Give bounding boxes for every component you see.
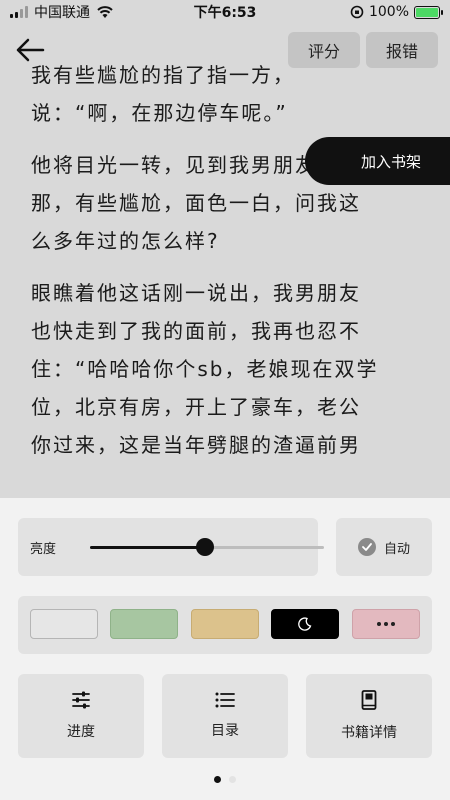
progress-button[interactable]: 进度 [18, 674, 144, 758]
auto-brightness-toggle[interactable]: 自动 [336, 518, 432, 576]
page-dot[interactable] [214, 776, 221, 783]
back-arrow-icon [16, 38, 45, 62]
theme-swatch-night[interactable] [271, 609, 339, 639]
brightness-slider[interactable] [90, 538, 324, 556]
orientation-lock-icon [350, 5, 364, 19]
moon-icon [298, 617, 312, 631]
text-line: 么多年过的怎么样? [31, 229, 220, 253]
battery-percent: 100% [368, 4, 409, 20]
paragraph: 眼瞧着他这话刚一说出，我男朋友 也快走到了我的面前，我再也忍不 住：“哈哈哈你个… [31, 274, 431, 464]
text-line: 位，北京有房，开上了豪车，老公 [31, 395, 361, 419]
theme-swatch-tan[interactable] [191, 609, 259, 639]
book-icon [361, 690, 377, 710]
brightness-slider-handle[interactable] [195, 538, 214, 556]
text-line: 那，有些尴尬，面色一白，问我这 [31, 191, 361, 215]
status-left: 中国联通 [10, 2, 114, 22]
reading-content: 我有些尴尬的指了指一方， 说：“啊，在那边停车呢。” 他将目光一转，见到我男朋友… [31, 62, 431, 498]
brightness-label: 亮度 [30, 542, 57, 557]
theme-swatch-green[interactable] [110, 609, 178, 639]
status-bar: 中国联通 下午6:53 100% [0, 0, 450, 24]
text-line: 眼瞧着他这话刚一说出，我男朋友 [31, 281, 361, 305]
add-to-bookshelf-label: 加入书架 [361, 152, 422, 171]
text-line: 我有些尴尬的指了指一方， [31, 63, 295, 87]
text-line: 住：“哈哈哈你个sb，老娘现在双学 [31, 357, 379, 381]
book-details-label: 书籍详情 [341, 725, 397, 741]
theme-swatch-more[interactable] [352, 609, 420, 639]
text-line: 也快走到了我的面前，我再也忍不 [31, 319, 361, 343]
list-icon [215, 692, 235, 708]
catalog-button[interactable]: 目录 [162, 674, 288, 758]
brightness-control: 亮度 [18, 518, 324, 576]
add-to-bookshelf-button[interactable]: 加入书架 [305, 137, 450, 185]
catalog-label: 目录 [211, 723, 239, 739]
signal-icon [10, 6, 28, 18]
text-line: 说：“啊，在那边停车呢。” [31, 101, 288, 125]
carrier-name: 中国联通 [34, 5, 90, 21]
brightness-slider-fill [90, 546, 205, 549]
page-dot[interactable] [229, 776, 236, 783]
theme-swatch-light[interactable] [30, 609, 98, 639]
more-dots-icon [377, 622, 395, 626]
sliders-icon [72, 691, 90, 709]
battery-charging-icon [414, 5, 443, 19]
progress-label: 进度 [67, 724, 95, 740]
text-line: 你过来，这是当年劈腿的渣逼前男 [31, 433, 361, 457]
auto-brightness-label: 自动 [383, 541, 410, 557]
page-indicator [0, 776, 450, 783]
paragraph: 我有些尴尬的指了指一方， 说：“啊，在那边停车呢。” [31, 62, 431, 132]
reader-settings-panel: 亮度 自动 进度 目录 书籍详情 [0, 498, 450, 800]
theme-swatches [18, 596, 432, 654]
check-icon [357, 538, 376, 556]
wifi-icon [97, 6, 113, 18]
book-details-button[interactable]: 书籍详情 [306, 674, 432, 758]
status-right: 100% [350, 4, 443, 20]
